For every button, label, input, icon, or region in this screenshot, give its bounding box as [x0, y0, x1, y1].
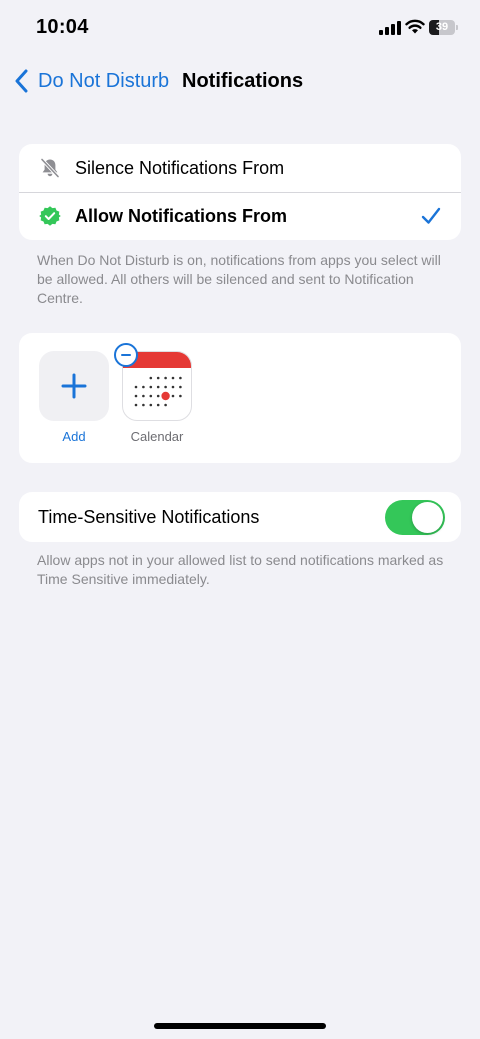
time-sensitive-row: Time-Sensitive Notifications [19, 492, 461, 542]
remove-app-button[interactable] [114, 343, 138, 367]
navigation-bar: Do Not Disturb Notifications [0, 58, 480, 104]
option-allow-notifications[interactable]: Allow Notifications From [19, 192, 461, 240]
option-silence-notifications[interactable]: Silence Notifications From [19, 144, 461, 192]
option-silence-label: Silence Notifications From [75, 157, 285, 178]
time-sensitive-group: Time-Sensitive Notifications [19, 492, 461, 542]
plus-icon [61, 373, 87, 399]
bell-slash-icon [39, 157, 61, 179]
notification-mode-group: Silence Notifications From Allow Notific… [19, 144, 461, 240]
time-sensitive-footnote: Allow apps not in your allowed list to s… [37, 552, 444, 587]
add-app-label: Add [62, 429, 86, 444]
cellular-signal-icon [379, 21, 401, 35]
time-sensitive-label: Time-Sensitive Notifications [38, 506, 260, 527]
page-title: Notifications [182, 70, 304, 92]
battery-icon: 39 [429, 20, 459, 35]
app-label-calendar: Calendar [130, 429, 184, 444]
status-bar: 10:04 39 [0, 0, 480, 56]
battery-percent: 39 [435, 21, 449, 33]
wifi-icon [405, 19, 425, 34]
mode-footnote: When Do Not Disturb is on, notifications… [37, 252, 441, 306]
status-time: 10:04 [36, 16, 89, 38]
chevron-left-icon [15, 69, 28, 93]
checkmark-icon [421, 207, 441, 224]
back-button[interactable]: Do Not Disturb [14, 68, 169, 94]
time-sensitive-toggle[interactable] [385, 500, 445, 535]
back-button-label: Do Not Disturb [38, 69, 170, 92]
add-app-button[interactable]: Add [39, 351, 109, 444]
app-tile-calendar: Calendar [114, 343, 192, 444]
option-allow-label: Allow Notifications From [75, 205, 288, 226]
notifications-screen: 10:04 39 Do Not Disturb Notifications Si… [0, 0, 480, 1039]
minus-icon [121, 353, 131, 357]
toggle-knob [412, 502, 443, 533]
allowed-apps-group: Add Calendar [19, 333, 461, 463]
green-check-badge-icon [39, 205, 61, 227]
home-indicator [154, 1023, 326, 1029]
